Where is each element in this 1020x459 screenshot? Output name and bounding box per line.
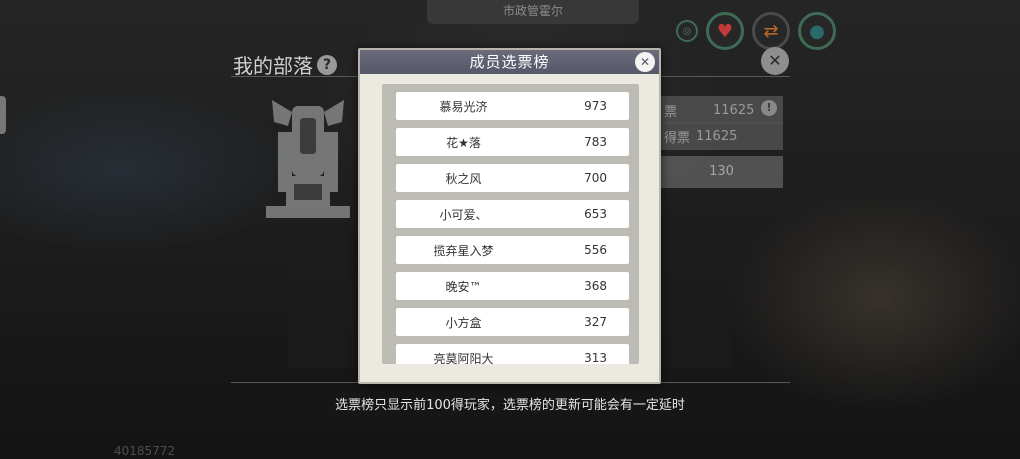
vote-count: 327 xyxy=(584,315,607,329)
radar-icon[interactable]: ◎ xyxy=(676,20,698,42)
question-icon[interactable]: ? xyxy=(317,54,337,75)
dialog-title: 成员选票榜 xyxy=(360,50,659,74)
member-name: 慕易光济 xyxy=(439,99,488,114)
tribe-header: 我的部落 ? xyxy=(233,50,337,79)
list-item: 晚安™ 368 xyxy=(396,272,629,300)
list-item: 花★落 783 xyxy=(396,128,629,156)
stat-value: 11625 xyxy=(696,128,738,144)
tribe-stat-row: 得票 11625 xyxy=(660,122,783,150)
vote-ranking-dialog: 成员选票榜 ✕ 慕易光济 973 花★落 783 秋之风 700 小可爱、 65… xyxy=(358,48,661,384)
tribe-title: 我的部落 xyxy=(233,54,313,78)
vote-count: 556 xyxy=(584,243,607,257)
member-name: 小方盒 xyxy=(445,315,482,330)
vote-count: 313 xyxy=(584,351,607,364)
vote-count: 783 xyxy=(584,135,607,149)
list-item: 小方盒 327 xyxy=(396,308,629,336)
vote-count: 973 xyxy=(584,99,607,113)
heart-icon[interactable]: ♥ xyxy=(706,12,744,50)
ranking-list[interactable]: 慕易光济 973 花★落 783 秋之风 700 小可爱、 653 揽弃星入梦 … xyxy=(382,84,639,364)
tribe-totem-icon xyxy=(266,100,350,218)
list-item: 揽弃星入梦 556 xyxy=(396,236,629,264)
list-item: 慕易光济 973 xyxy=(396,92,629,120)
list-item: 小可爱、 653 xyxy=(396,200,629,228)
list-item: 亮莫阿阳大 313 xyxy=(396,344,629,364)
water-drop-icon[interactable]: ● xyxy=(798,12,836,50)
member-name: 晚安™ xyxy=(445,279,482,294)
side-tab[interactable] xyxy=(0,96,6,134)
info-icon[interactable]: ! xyxy=(761,100,777,116)
vote-count: 653 xyxy=(584,207,607,221)
stat-label: 票 xyxy=(664,104,678,120)
stat-label: 得票 xyxy=(664,130,691,146)
member-name: 揽弃星入梦 xyxy=(433,243,494,258)
close-icon[interactable]: ✕ xyxy=(635,52,655,72)
member-name: 亮莫阿阳大 xyxy=(433,351,494,365)
member-count: 130 xyxy=(660,156,783,188)
footer-note: 选票榜只显示前100得玩家，选票榜的更新可能会有一定延时 xyxy=(335,398,685,413)
player-id: 40185772 xyxy=(114,444,176,458)
stat-value: 11625 xyxy=(713,102,755,118)
exchange-icon[interactable]: ⇄ xyxy=(752,12,790,50)
member-name: 花★落 xyxy=(446,135,481,150)
top-banner: 市政管霍尔 xyxy=(427,0,639,24)
top-icons: ◎ ♥ ⇄ ● xyxy=(676,12,836,50)
vote-count: 700 xyxy=(584,171,607,185)
list-item: 秋之风 700 xyxy=(396,164,629,192)
vote-count: 368 xyxy=(584,279,607,293)
member-name: 秋之风 xyxy=(445,171,482,186)
member-name: 小可爱、 xyxy=(439,207,488,222)
close-tribe-button[interactable]: ✕ xyxy=(761,47,789,75)
